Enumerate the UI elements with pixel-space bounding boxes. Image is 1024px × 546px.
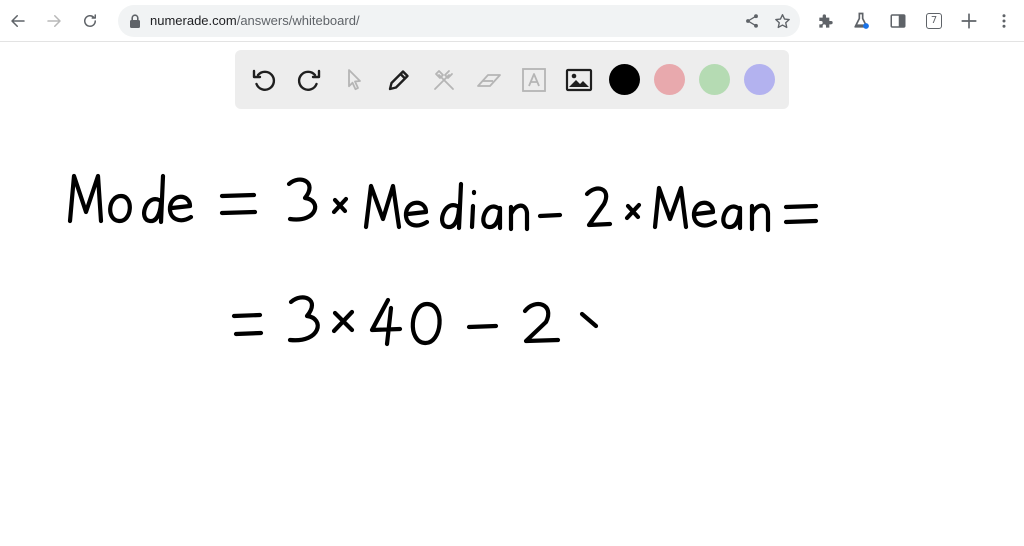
extensions-button[interactable] — [814, 9, 838, 33]
color-green-swatch[interactable] — [699, 64, 730, 95]
lock-icon[interactable] — [128, 13, 142, 29]
redo-icon — [297, 69, 321, 91]
browser-menu-button[interactable] — [992, 9, 1016, 33]
undo-icon — [252, 69, 276, 91]
new-tab-button[interactable] — [957, 9, 981, 33]
reload-button[interactable] — [77, 8, 103, 34]
select-pointer-icon — [348, 69, 361, 91]
eraser-tool[interactable] — [472, 63, 506, 97]
whiteboard-canvas[interactable]: Mode = 3×Median − 2×Mean = = 3×40 − 2× — [0, 110, 1024, 546]
share-button[interactable] — [742, 11, 762, 31]
tools-button[interactable] — [427, 63, 461, 97]
pen-icon — [388, 70, 409, 91]
forward-arrow-icon — [47, 15, 61, 27]
url-path: /answers/whiteboard/ — [236, 13, 360, 28]
reload-icon — [84, 14, 96, 27]
image-icon — [565, 68, 593, 92]
select-tool[interactable] — [337, 63, 371, 97]
back-button[interactable] — [5, 8, 31, 34]
color-purple-swatch[interactable] — [744, 64, 775, 95]
ink-line-2 — [231, 295, 599, 347]
eraser-icon — [477, 74, 501, 87]
tab-search-button[interactable]: 7 — [922, 9, 946, 33]
browser-toolbar: numerade.com/answers/whiteboard/ 7 — [0, 0, 1024, 42]
ink-line-1 — [67, 173, 819, 233]
labs-flask-icon — [854, 12, 869, 29]
text-box-icon — [522, 68, 546, 92]
text-tool[interactable] — [517, 63, 551, 97]
side-panel-icon — [890, 14, 906, 28]
back-arrow-icon — [11, 15, 25, 27]
undo-button[interactable] — [247, 63, 281, 97]
forward-button[interactable] — [41, 8, 67, 34]
new-tab-plus-icon — [961, 13, 977, 29]
handwriting-ink — [67, 173, 819, 347]
image-tool[interactable] — [562, 63, 596, 97]
url-text[interactable]: numerade.com/answers/whiteboard/ — [150, 13, 360, 29]
whiteboard-toolbar — [235, 50, 789, 109]
side-panel-button[interactable] — [886, 9, 910, 33]
address-bar[interactable]: numerade.com/answers/whiteboard/ — [118, 5, 800, 37]
share-icon — [746, 14, 758, 28]
bookmark-button[interactable] — [772, 11, 792, 31]
tools-hammer-icon — [434, 70, 454, 90]
color-black-swatch[interactable] — [609, 64, 640, 95]
color-pink-swatch[interactable] — [654, 64, 685, 95]
labs-button[interactable] — [849, 9, 873, 33]
star-icon — [774, 13, 790, 28]
pen-tool[interactable] — [382, 63, 416, 97]
kebab-menu-icon — [1002, 14, 1006, 28]
tab-count-icon: 7 — [926, 13, 942, 29]
redo-button[interactable] — [292, 63, 326, 97]
url-host: numerade.com — [150, 13, 237, 28]
extensions-puzzle-icon — [819, 14, 833, 28]
